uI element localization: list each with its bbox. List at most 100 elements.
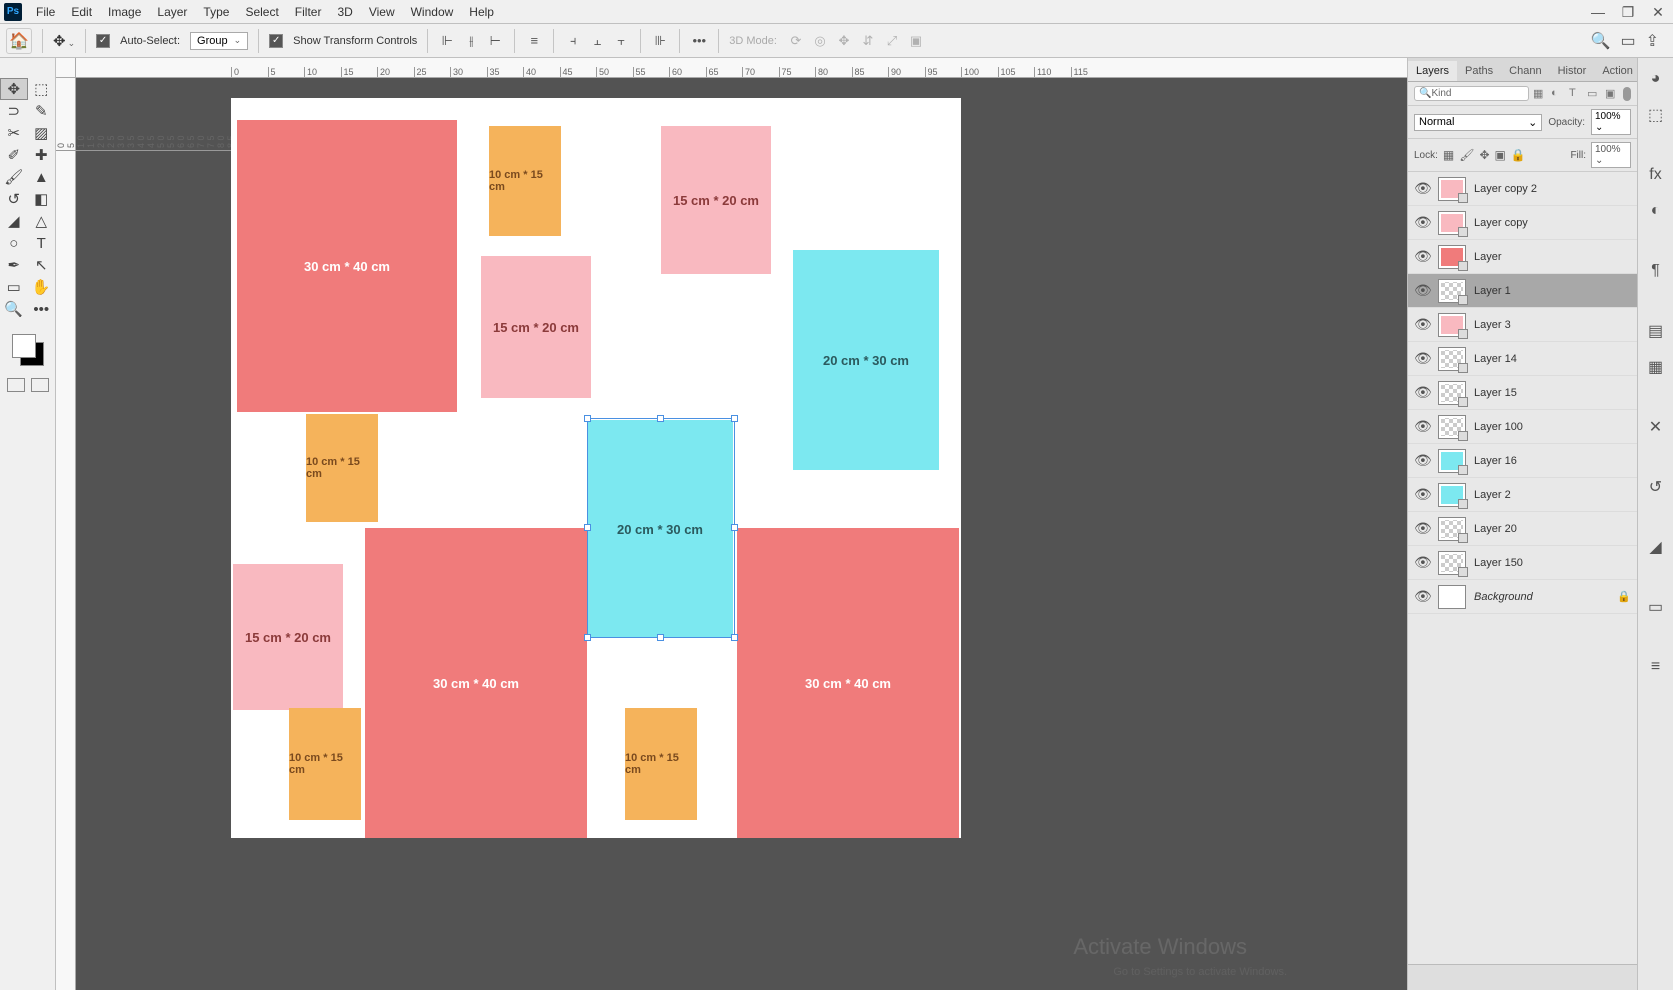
shape-red-3[interactable]: 30 cm * 40 cm <box>737 528 959 838</box>
auto-select-checkbox[interactable]: ✓ <box>96 34 110 48</box>
layer-thumbnail[interactable] <box>1438 381 1466 405</box>
menu-3d[interactable]: 3D <box>329 3 360 21</box>
filter-smart-icon[interactable]: ▣ <box>1605 87 1619 101</box>
visibility-toggle[interactable]: 👁 <box>1414 350 1430 367</box>
dist-bottom-icon[interactable]: ⫟ <box>612 32 630 50</box>
shape-cyan-1[interactable]: 20 cm * 30 cm <box>793 250 939 470</box>
frame-tool[interactable]: ▨ <box>28 122 56 144</box>
menu-type[interactable]: Type <box>195 3 237 21</box>
layer-row[interactable]: 👁Layer copy 2 <box>1408 172 1637 206</box>
shape-pink-3[interactable]: 15 cm * 20 cm <box>233 564 343 710</box>
layer-row[interactable]: 👁Background🔒 <box>1408 580 1637 614</box>
layer-row[interactable]: 👁Layer 2 <box>1408 478 1637 512</box>
info-icon[interactable]: ≡ <box>1645 656 1667 678</box>
shape-red-1[interactable]: 30 cm * 40 cm <box>237 120 457 412</box>
menu-view[interactable]: View <box>361 3 403 21</box>
canvas-area[interactable]: 0510152025303540455055606570758085909510… <box>56 58 1407 990</box>
filter-pixel-icon[interactable]: ▦ <box>1533 87 1547 101</box>
libraries-icon[interactable]: ▤ <box>1645 320 1667 342</box>
cube3d-icon[interactable]: ⬚ <box>1645 104 1667 126</box>
dist-spacing-icon[interactable]: ⊪ <box>651 32 669 50</box>
character-panel-icon[interactable]: ¶ <box>1645 260 1667 282</box>
shape-tool[interactable]: ▭ <box>0 276 28 298</box>
eyedropper-tool[interactable]: ✐ <box>0 144 28 166</box>
layer-row[interactable]: 👁Layer 150 <box>1408 546 1637 580</box>
shape-red-2[interactable]: 30 cm * 40 cm <box>365 528 587 838</box>
panel-tab-action[interactable]: Action <box>1594 61 1641 81</box>
visibility-toggle[interactable]: 👁 <box>1414 248 1430 265</box>
workspace-icon[interactable]: ▭ <box>1620 31 1635 51</box>
align-hcenter-icon[interactable]: ⫲ <box>462 32 480 50</box>
filter-toggle[interactable] <box>1623 87 1631 101</box>
panel-tab-chann[interactable]: Chann <box>1501 61 1549 81</box>
opacity-input[interactable]: 100% ⌄ <box>1591 109 1631 135</box>
blur-tool[interactable]: △ <box>28 210 56 232</box>
restore-button[interactable]: ❐ <box>1613 0 1643 24</box>
layer-thumbnail[interactable] <box>1438 313 1466 337</box>
layer-row[interactable]: 👁Layer <box>1408 240 1637 274</box>
zoom-tool[interactable]: 🔍 <box>0 298 28 320</box>
visibility-toggle[interactable]: 👁 <box>1414 452 1430 469</box>
panel-tab-layers[interactable]: Layers <box>1408 61 1457 81</box>
lock-all-icon[interactable]: 🔒 <box>1511 148 1526 162</box>
search-icon[interactable]: 🔍 <box>1591 31 1611 51</box>
menu-filter[interactable]: Filter <box>287 3 330 21</box>
shape-pink-1[interactable]: 15 cm * 20 cm <box>661 126 771 274</box>
align-more-icon[interactable]: ≡ <box>525 32 543 50</box>
visibility-toggle[interactable]: 👁 <box>1414 486 1430 503</box>
dodge-tool[interactable]: ○ <box>0 232 28 254</box>
lock-image-icon[interactable]: 🖌 <box>1459 148 1474 162</box>
edit-toolbar[interactable]: ••• <box>28 298 56 320</box>
menu-window[interactable]: Window <box>403 3 462 21</box>
quick-select-tool[interactable]: ✎ <box>28 100 56 122</box>
shape-orange-4[interactable]: 10 cm * 15 cm <box>625 708 697 820</box>
visibility-toggle[interactable]: 👁 <box>1414 214 1430 231</box>
layer-row[interactable]: 👁Layer 100 <box>1408 410 1637 444</box>
lasso-tool[interactable]: ⊃ <box>0 100 28 122</box>
handle-bl[interactable] <box>584 634 591 641</box>
filter-type-icon[interactable]: T <box>1569 87 1583 101</box>
close-button[interactable]: ✕ <box>1643 0 1673 24</box>
fill-input[interactable]: 100% ⌄ <box>1591 142 1631 168</box>
menu-edit[interactable]: Edit <box>63 3 100 21</box>
visibility-toggle[interactable]: 👁 <box>1414 316 1430 333</box>
minimize-button[interactable]: — <box>1583 0 1613 24</box>
pen-tool[interactable]: ✒ <box>0 254 28 276</box>
layer-thumbnail[interactable] <box>1438 415 1466 439</box>
filter-adjust-icon[interactable]: ◐ <box>1551 87 1565 101</box>
layer-thumbnail[interactable] <box>1438 551 1466 575</box>
layer-row[interactable]: 👁Layer 3 <box>1408 308 1637 342</box>
visibility-toggle[interactable]: 👁 <box>1414 520 1430 537</box>
menu-select[interactable]: Select <box>237 3 286 21</box>
foreground-color[interactable] <box>12 334 36 358</box>
layer-thumbnail[interactable] <box>1438 449 1466 473</box>
layer-thumbnail[interactable] <box>1438 245 1466 269</box>
visibility-toggle[interactable]: 👁 <box>1414 384 1430 401</box>
screen-mode-icon[interactable] <box>31 378 49 392</box>
shape-pink-2[interactable]: 15 cm * 20 cm <box>481 256 591 398</box>
heal-tool[interactable]: ✚ <box>28 144 56 166</box>
color-panel-icon[interactable]: ◕ <box>1645 68 1667 90</box>
layer-row[interactable]: 👁Layer 16 <box>1408 444 1637 478</box>
menu-file[interactable]: File <box>28 3 63 21</box>
dist-vcenter-icon[interactable]: ⫠ <box>588 32 606 50</box>
visibility-toggle[interactable]: 👁 <box>1414 588 1430 605</box>
move-tool-icon[interactable]: ✥⌄ <box>53 32 75 50</box>
visibility-toggle[interactable]: 👁 <box>1414 180 1430 197</box>
shape-orange-3[interactable]: 10 cm * 15 cm <box>289 708 361 820</box>
layer-thumbnail[interactable] <box>1438 177 1466 201</box>
layer-thumbnail[interactable] <box>1438 211 1466 235</box>
handle-b[interactable] <box>657 634 664 641</box>
styles-panel-icon[interactable]: fx <box>1645 164 1667 186</box>
layers-dock-icon[interactable]: ◢ <box>1645 536 1667 558</box>
layer-thumbnail[interactable] <box>1438 585 1466 609</box>
layer-row[interactable]: 👁Layer copy <box>1408 206 1637 240</box>
lock-trans-icon[interactable]: ▦ <box>1443 148 1454 162</box>
filter-kind-select[interactable]: 🔍 Kind <box>1414 86 1529 101</box>
stamp-tool[interactable]: ▲ <box>28 166 56 188</box>
handle-r[interactable] <box>731 524 738 531</box>
dist-top-icon[interactable]: ⫞ <box>564 32 582 50</box>
menu-image[interactable]: Image <box>100 3 149 21</box>
gradient-tool[interactable]: ◢ <box>0 210 28 232</box>
panel-tab-histor[interactable]: Histor <box>1550 61 1595 81</box>
